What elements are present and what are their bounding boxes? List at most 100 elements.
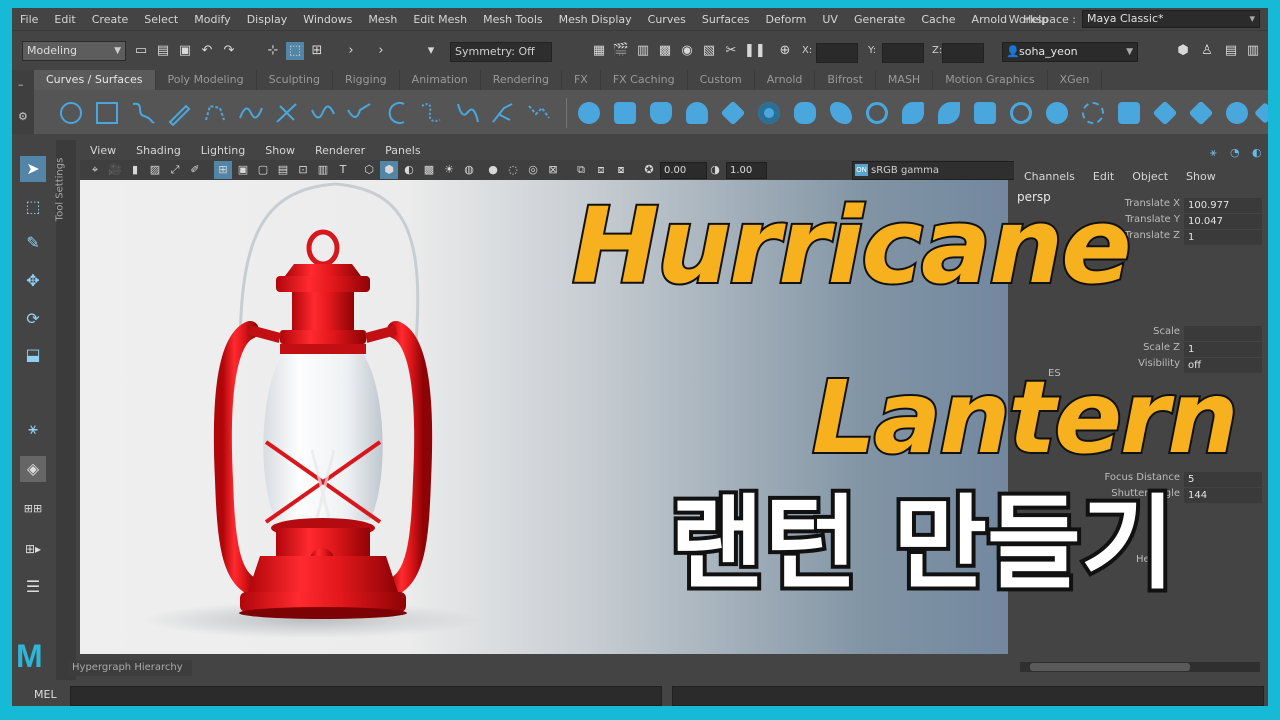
shelf-tab-bifrost[interactable]: Bifrost <box>815 70 876 90</box>
menu-file[interactable]: File <box>12 13 46 26</box>
use-all-lights-icon[interactable]: ☀ <box>440 161 458 179</box>
shelf-tab-arnold[interactable]: Arnold <box>755 70 816 90</box>
channel-row[interactable]: Scale <box>1014 326 1268 342</box>
shelf-settings-icon[interactable]: ⚙ <box>18 110 28 123</box>
channel-menu-channels[interactable]: Channels <box>1024 170 1075 183</box>
rebuild-curve-icon[interactable] <box>526 100 552 126</box>
last-tool-icon[interactable]: ⚹ <box>20 416 46 442</box>
attach-curves-icon[interactable] <box>310 100 336 126</box>
bezier-curve-icon[interactable] <box>274 100 300 126</box>
gamma-input[interactable]: 1.00 <box>726 162 767 179</box>
nurbs-square-icon[interactable] <box>94 100 120 126</box>
nurbs-torus-icon[interactable] <box>758 102 780 124</box>
refresh-icon[interactable]: ◔ <box>1230 146 1240 159</box>
shelf-tab-motion-graphics[interactable]: Motion Graphics <box>933 70 1048 90</box>
rotate-tool-icon[interactable]: ⟳ <box>20 306 46 332</box>
nurbs-plane-icon[interactable] <box>720 100 746 126</box>
motion-blur-icon[interactable]: ◎ <box>524 161 542 179</box>
offset-curve-icon[interactable] <box>454 100 480 126</box>
menu-deform[interactable]: Deform <box>757 13 814 26</box>
nurbs-sphere-icon[interactable] <box>578 102 600 124</box>
viewport-menu-renderer[interactable]: Renderer <box>305 144 375 157</box>
shelf-tab-sculpting[interactable]: Sculpting <box>257 70 333 90</box>
snap-grid-icon[interactable]: › <box>372 42 390 60</box>
menu-curves[interactable]: Curves <box>640 13 694 26</box>
ep-curve-icon[interactable] <box>202 100 228 126</box>
human-ik-icon[interactable]: ♙ <box>1198 42 1216 60</box>
gate-mask-icon[interactable]: ▤ <box>274 161 292 179</box>
isolate-select-icon[interactable]: ⧉ <box>572 161 590 179</box>
arc-curve-icon[interactable] <box>238 100 264 126</box>
xray-icon[interactable]: ● <box>484 161 502 179</box>
detach-surfaces-icon[interactable] <box>1188 100 1214 126</box>
ambient-occlusion-icon[interactable]: ◌ <box>504 161 522 179</box>
channel-row[interactable]: Scale Z 1 <box>1014 342 1268 358</box>
mel-command-input[interactable] <box>70 686 662 706</box>
absolute-transform-icon[interactable]: ⊕ <box>776 42 794 60</box>
resolution-gate-icon[interactable]: ▢ <box>254 161 272 179</box>
project-curve-icon[interactable] <box>1046 102 1068 124</box>
menu-edit-mesh[interactable]: Edit Mesh <box>405 13 475 26</box>
move-tool-icon[interactable]: ✥ <box>20 268 46 294</box>
smooth-shade-icon[interactable]: ⬢ <box>380 161 398 179</box>
new-scene-icon[interactable]: ▭ <box>132 42 150 60</box>
outliner-layout-icon[interactable]: ☰ <box>20 574 46 600</box>
user-account-dropdown[interactable]: 👤 soha_yeon ▼ <box>1002 42 1138 62</box>
channel-menu-show[interactable]: Show <box>1186 170 1216 183</box>
xray-joints-icon[interactable]: ⧈ <box>592 161 610 179</box>
select-object-icon[interactable]: ⬚ <box>286 42 304 60</box>
channel-menu-edit[interactable]: Edit <box>1093 170 1114 183</box>
toggle-panel-icon[interactable]: ◐ <box>1252 146 1262 159</box>
planar-icon[interactable] <box>866 102 888 124</box>
hypershade-icon[interactable]: ◉ <box>678 42 696 60</box>
2d-pan-zoom-icon[interactable]: ⤢ <box>166 161 184 179</box>
shelf-tab-poly-modeling[interactable]: Poly Modeling <box>156 70 257 90</box>
four-pane-layout-icon[interactable]: ⊞⊞ <box>20 496 46 522</box>
wireframe-icon[interactable]: ⬡ <box>360 161 378 179</box>
exposure-input[interactable]: 0.00 <box>660 162 707 179</box>
bookmarks-icon[interactable]: ▮ <box>126 161 144 179</box>
menu-generate[interactable]: Generate <box>846 13 913 26</box>
scale-tool-icon[interactable]: ⬓ <box>20 342 46 368</box>
menu-create[interactable]: Create <box>84 13 137 26</box>
menu-modify[interactable]: Modify <box>186 13 238 26</box>
mel-label[interactable]: MEL <box>34 688 57 701</box>
shelf-tab-rendering[interactable]: Rendering <box>481 70 562 90</box>
y-input[interactable] <box>882 43 924 63</box>
attribute-editor-icon[interactable]: ▤ <box>1222 42 1240 60</box>
field-chart-icon[interactable]: ⊡ <box>294 161 312 179</box>
film-gate-icon[interactable]: ▣ <box>234 161 252 179</box>
color-management-toggle[interactable]: ON <box>855 164 868 176</box>
pencil-curve-icon[interactable] <box>166 100 192 126</box>
menu-uv[interactable]: UV <box>814 13 846 26</box>
nurbs-circle-icon[interactable] <box>58 100 84 126</box>
channel-value[interactable]: 10.047 <box>1184 214 1262 229</box>
chevron-down-icon[interactable]: ▾ <box>422 42 440 60</box>
rebuild-surface-icon[interactable] <box>1254 102 1268 124</box>
undo-icon[interactable]: ↶ <box>198 42 216 60</box>
shadows-icon[interactable]: ◍ <box>460 161 478 179</box>
attach-surfaces-icon[interactable] <box>1152 100 1178 126</box>
scrollbar-thumb[interactable] <box>1030 663 1190 671</box>
menu-display[interactable]: Display <box>239 13 296 26</box>
viewport-menu-view[interactable]: View <box>80 144 126 157</box>
symmetry-dropdown[interactable]: Symmetry: Off <box>450 42 552 62</box>
redo-icon[interactable]: ↷ <box>220 42 238 60</box>
shelf-tab-fx[interactable]: FX <box>562 70 601 90</box>
modeling-toolkit-icon[interactable]: ⬢ <box>1174 42 1192 60</box>
open-scene-icon[interactable]: ▤ <box>154 42 172 60</box>
shelf-tab-curves-surfaces[interactable]: Curves / Surfaces <box>34 70 156 90</box>
single-pane-layout-icon[interactable]: ◈ <box>20 456 46 482</box>
axis-icon[interactable]: ⚹ <box>1210 146 1217 160</box>
select-component-icon[interactable]: ⊞ <box>308 42 326 60</box>
mode-dropdown[interactable]: Modeling ▼ <box>22 41 126 61</box>
menu-arnold[interactable]: Arnold <box>964 13 1016 26</box>
revolve-icon[interactable] <box>794 102 816 124</box>
channel-value[interactable]: 100.977 <box>1184 198 1262 213</box>
channel-menu-object[interactable]: Object <box>1132 170 1168 183</box>
trim-tool-icon[interactable] <box>1082 102 1104 124</box>
viewport-menu-shading[interactable]: Shading <box>126 144 191 157</box>
cv-curve-icon[interactable] <box>130 100 156 126</box>
channel-value[interactable] <box>1184 326 1262 341</box>
arnold-render-icon[interactable]: ▧ <box>700 42 718 60</box>
